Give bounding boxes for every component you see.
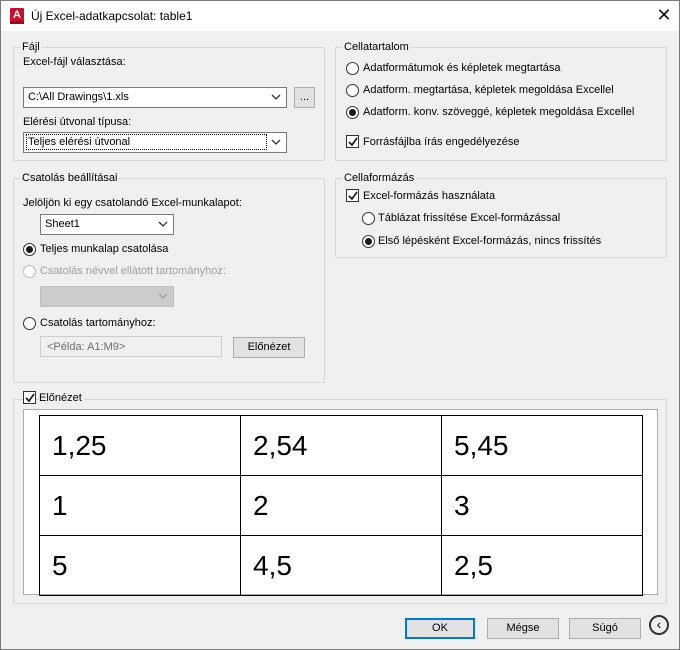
range-placeholder: <Példa: A1:M9>	[47, 341, 126, 353]
radio-named-range[interactable]	[23, 265, 36, 278]
preview-area: 1,25 2,54 5,45 1 2 3 5 4,5 2,5	[23, 409, 658, 596]
table-cell: 5,45	[441, 415, 643, 476]
radio-first-excel-format[interactable]	[362, 235, 375, 248]
table-cell: 1	[39, 475, 241, 536]
ok-button[interactable]: OK	[405, 618, 475, 639]
preview-button[interactable]: Előnézet	[233, 337, 305, 358]
help-button[interactable]: Súgó	[569, 618, 641, 639]
radio-refresh-excel-format-label: Táblázat frissítése Excel-formázással	[378, 212, 561, 224]
window-title: Új Excel-adatkapcsolat: table1	[31, 9, 193, 23]
radio-range[interactable]	[23, 317, 36, 330]
excel-file-select-label: Excel-fájl választása:	[23, 56, 126, 68]
sheet-select-label: Jelöljön ki egy csatolandó Excel-munkala…	[23, 197, 242, 209]
table-cell: 2	[240, 475, 442, 536]
table-cell: 2,5	[441, 535, 643, 596]
allow-write-checkbox[interactable]	[346, 135, 359, 148]
browse-button[interactable]: ...	[294, 87, 315, 108]
title-bar: A Új Excel-adatkapcsolat: table1 ✕	[1, 1, 679, 31]
path-type-label: Elérési útvonal típusa:	[23, 116, 132, 128]
excel-file-path: C:\All Drawings\1.xls	[28, 91, 129, 103]
table-cell: 1,25	[39, 415, 241, 476]
path-type-combo[interactable]: Teljes elérési útvonal	[23, 132, 287, 153]
sheet-value: Sheet1	[45, 218, 80, 230]
file-group-title: Fájl	[20, 41, 42, 53]
cancel-button[interactable]: Mégse	[487, 618, 559, 639]
close-button[interactable]: ✕	[649, 1, 679, 31]
table-row: 1 2 3	[39, 475, 643, 536]
radio-convert-text-solve[interactable]	[346, 106, 359, 119]
table-cell: 2,54	[240, 415, 442, 476]
radio-named-range-label: Csatolás névvel ellátott tartományhoz:	[40, 265, 226, 277]
path-type-value: Teljes elérési útvonal	[26, 134, 267, 150]
radio-keep-formats-label: Adatformátumok és képletek megtartása	[363, 62, 561, 74]
checkmark-icon	[25, 393, 35, 403]
autocad-app-icon: A	[10, 8, 24, 24]
table-row: 1,25 2,54 5,45	[39, 415, 643, 476]
preview-checkbox[interactable]	[23, 391, 36, 404]
preview-table: 1,25 2,54 5,45 1 2 3 5 4,5 2,5	[39, 415, 643, 596]
chevron-down-icon	[271, 139, 281, 145]
table-row: 5 4,5 2,5	[39, 535, 643, 596]
radio-full-sheet[interactable]	[23, 243, 36, 256]
chevron-down-icon	[158, 293, 168, 299]
checkmark-icon	[348, 191, 358, 201]
radio-convert-text-solve-label: Adatform. konv. szöveggé, képletek megol…	[363, 106, 635, 118]
radio-keep-formats[interactable]	[346, 62, 359, 75]
sheet-combo[interactable]: Sheet1	[40, 214, 174, 235]
link-settings-group-title: Csatolás beállításai	[20, 172, 120, 184]
excel-file-combo[interactable]: C:\All Drawings\1.xls	[23, 87, 287, 108]
use-excel-format-checkbox[interactable]	[346, 189, 359, 202]
checkmark-icon	[348, 137, 358, 147]
allow-write-label: Forrásfájlba írás engedélyezése	[363, 136, 520, 148]
table-cell: 4,5	[240, 535, 442, 596]
radio-keep-format-solve-label: Adatform. megtartása, képletek megoldása…	[363, 84, 614, 96]
cell-content-group-title: Cellatartalom	[342, 41, 411, 53]
chevron-down-icon	[271, 94, 281, 100]
radio-keep-format-solve[interactable]	[346, 84, 359, 97]
radio-range-label: Csatolás tartományhoz:	[40, 317, 156, 329]
radio-full-sheet-label: Teljes munkalap csatolása	[40, 243, 169, 255]
preview-checkbox-label: Előnézet	[39, 392, 85, 405]
chevron-down-icon	[158, 221, 168, 227]
dialog-window: A Új Excel-adatkapcsolat: table1 ✕ Fájl …	[0, 0, 680, 650]
cell-format-group-title: Cellaformázás	[342, 172, 417, 184]
radio-refresh-excel-format[interactable]	[362, 212, 375, 225]
table-cell: 5	[39, 535, 241, 596]
collapse-arrow-icon[interactable]: ‹	[649, 615, 669, 635]
use-excel-format-label: Excel-formázás használata	[363, 190, 496, 202]
range-input[interactable]: <Példa: A1:M9>	[40, 336, 222, 357]
radio-first-excel-format-label: Első lépésként Excel-formázás, nincs fri…	[378, 235, 602, 247]
named-range-combo[interactable]	[40, 286, 174, 307]
table-cell: 3	[441, 475, 643, 536]
